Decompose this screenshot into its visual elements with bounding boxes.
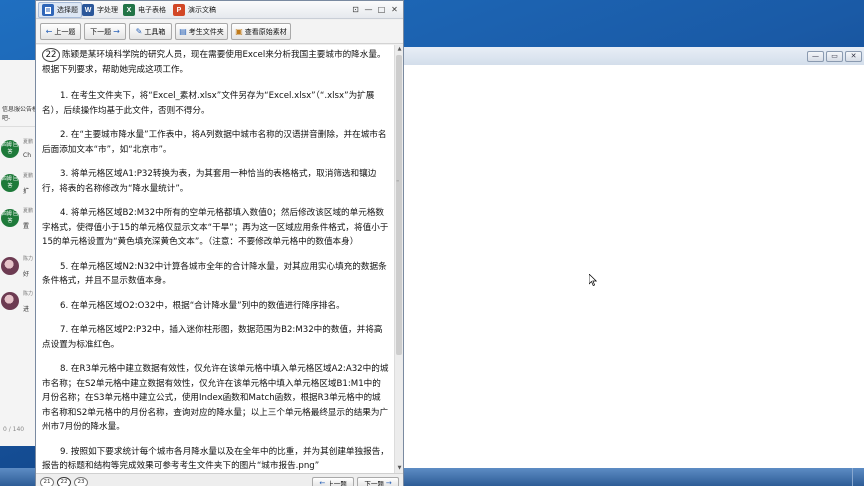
vertical-scrollbar[interactable]: ▲ ≡ ▼ — [394, 45, 403, 473]
excel-icon: X — [123, 4, 135, 16]
chat-snippet: 好 — [23, 271, 30, 278]
question-item: 5. 在单元格区域N2:N32中计算各城市全年的合计降水量，对其应用实心填充的数… — [42, 261, 387, 287]
arrow-right-icon: → — [113, 27, 120, 36]
background-window-titlebar[interactable]: — ▭ ✕ — [401, 47, 864, 65]
chat-contact-name: 陈力 — [23, 256, 34, 262]
tab-label: 电子表格 — [138, 6, 166, 14]
tab-choice-question[interactable]: 选择题 — [38, 2, 82, 18]
button-label: 考生文件夹 — [188, 27, 224, 36]
prev-question-button[interactable]: ← 上一题 — [40, 23, 81, 40]
next-question-button[interactable]: 下一题 → — [84, 23, 126, 40]
tab-label: 演示文稿 — [188, 6, 216, 14]
button-label: 上一题 — [54, 27, 76, 36]
tab-word-processing[interactable]: W 字处理 — [79, 2, 121, 18]
question-item: 9. 按照如下要求统计每个城市各月降水量以及在全年中的比重，并为其创建单独报告，… — [42, 446, 389, 472]
question-intro-text: 陈颖是某环境科学院的研究人员，现在需要使用Excel来分析我国主要城市的降水量。… — [42, 50, 386, 75]
close-button[interactable]: ✕ — [389, 4, 400, 15]
scroll-down-arrow-icon[interactable]: ▼ — [395, 464, 404, 473]
maximize-button[interactable]: □ — [376, 4, 387, 15]
question-number-23[interactable]: 23 — [74, 477, 88, 486]
arrow-left-icon: ← — [319, 478, 326, 486]
chat-avatar-photo[interactable] — [1, 257, 19, 275]
question-item: 3. 将单元格区域A1:P32转换为表，为其套用一种恰当的表格格式，取消筛选和镶… — [42, 169, 377, 194]
tab-label: 选择题 — [57, 6, 78, 14]
arrow-left-icon: ← — [45, 27, 53, 36]
powerpoint-icon: P — [173, 4, 185, 16]
question-item: 1. 在考生文件夹下，将“Excel_素材.xlsx”文件另存为“Excel.x… — [42, 91, 375, 116]
button-label: 下一题 — [90, 27, 112, 36]
chat-snippet: 扩 — [23, 188, 30, 195]
chat-contact-name: 夏鹏 — [23, 208, 34, 214]
chat-avatar[interactable]: 四姆 回答 — [1, 140, 19, 158]
background-chat-window: 信息服公告模 吧- 四姆 回答 夏鹏 Ch 四姆 回答 夏鹏 扩 四姆 回答 夏… — [0, 60, 40, 446]
maximize-button[interactable]: ▭ — [826, 51, 843, 62]
wrench-icon: ✎ — [135, 27, 143, 36]
question-item: 6. 在单元格区域O2:O32中，根据“合计降水量”列中的数值进行降序排名。 — [60, 300, 345, 311]
minimize-button[interactable]: — — [807, 51, 824, 62]
question-item: 8. 在R3单元格中建立数据有效性，仅允许在该单元格中填入单元格区域A2:A32… — [42, 364, 389, 432]
question-toolbar: ← 上一题 下一题 → ✎ 工具箱 ▤ 考生文件夹 ▣ 查看原始素材 — [36, 20, 403, 44]
chat-contact-name: 夏鹏 — [23, 139, 34, 145]
button-label: 上一题 — [327, 479, 347, 486]
view-original-material-button[interactable]: ▣ 查看原始素材 — [231, 23, 291, 40]
chat-snippet: Ch — [23, 152, 31, 159]
exam-folder-button[interactable]: ▤ 考生文件夹 — [175, 23, 228, 40]
tab-label: 字处理 — [97, 6, 118, 14]
chat-contact-name: 陈力 — [23, 291, 34, 297]
document-icon — [42, 4, 54, 16]
button-label: 查看原始素材 — [244, 27, 287, 36]
scroll-up-arrow-icon[interactable]: ▲ — [395, 45, 404, 54]
chat-avatar-photo[interactable] — [1, 292, 19, 310]
arrow-right-icon: → — [385, 478, 392, 486]
document-icon: ▣ — [235, 27, 243, 36]
bottom-next-question-button[interactable]: 下一题 → — [357, 477, 399, 486]
bottom-prev-question-button[interactable]: ← 上一题 — [312, 477, 354, 486]
tab-spreadsheet[interactable]: X 电子表格 — [120, 2, 169, 18]
chat-snippet: 进 — [23, 306, 30, 313]
show-desktop-button[interactable] — [852, 468, 864, 486]
chat-contact-name: 夏鹏 — [23, 173, 34, 179]
question-item: 7. 在单元格区域P2:P32中，插入迷你柱形图，数据范围为B2:M32中的数值… — [42, 325, 383, 350]
scroll-grip-icon: ≡ — [396, 178, 400, 183]
mouse-cursor-icon — [589, 274, 597, 286]
app-tab-bar: 选择题 W 字处理 X 电子表格 P 演示文稿 ⊡ — □ ✕ — [36, 1, 403, 19]
chat-avatar[interactable]: 四姆 回答 — [1, 174, 19, 192]
question-content: 22 陈颖是某环境科学院的研究人员，现在需要使用Excel来分析我国主要城市的降水… — [36, 45, 394, 473]
chat-snippet: 置 — [23, 223, 30, 230]
button-label: 工具箱 — [144, 27, 166, 36]
word-icon: W — [82, 4, 94, 16]
chat-divider — [0, 126, 39, 127]
tab-presentation[interactable]: P 演示文稿 — [170, 2, 219, 18]
question-number-22[interactable]: 22 — [57, 477, 71, 486]
question-number-badge: 22 — [42, 48, 60, 62]
scrollbar-thumb[interactable] — [396, 55, 402, 355]
pin-icon[interactable]: ⊡ — [350, 4, 361, 15]
chat-avatar[interactable]: 四姆 回答 — [1, 209, 19, 227]
background-window: — ▭ ✕ — [400, 47, 864, 468]
bottom-navigation-bar: 21 22 23 ← 上一题 下一题 → — [36, 473, 403, 486]
chat-char-count: 0 / 140 — [3, 426, 25, 433]
button-label: 下一题 — [364, 479, 384, 486]
minimize-button[interactable]: — — [363, 4, 374, 15]
close-button[interactable]: ✕ — [845, 51, 862, 62]
question-item: 4. 将单元格区域B2:M32中所有的空单元格都填入数值0；然后修改该区域的单元… — [42, 208, 389, 247]
folder-icon: ▤ — [179, 27, 187, 36]
toolbox-button[interactable]: ✎ 工具箱 — [129, 23, 172, 40]
exam-window: 选择题 W 字处理 X 电子表格 P 演示文稿 ⊡ — □ ✕ ← 上一题 下一… — [35, 0, 404, 486]
question-number-21[interactable]: 21 — [40, 477, 54, 486]
question-intro: 22 陈颖是某环境科学院的研究人员，现在需要使用Excel来分析我国主要城市的降水… — [42, 48, 389, 77]
question-item: 2. 在“主要城市降水量”工作表中，将A列数据中城市名称的汉语拼音删除，并在城市… — [42, 130, 387, 155]
